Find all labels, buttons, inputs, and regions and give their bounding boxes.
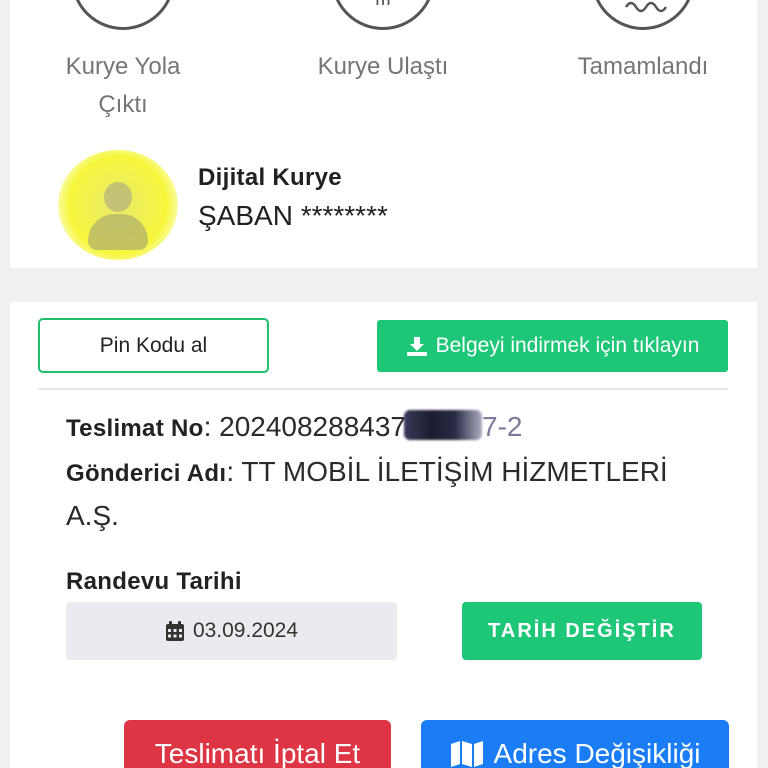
address-change-button[interactable]: Adres Değişikliği (421, 720, 729, 768)
download-document-button[interactable]: Belgeyi indirmek için tıklayın (377, 320, 728, 372)
delivery-no-value: 202408288437 (219, 411, 406, 442)
calendar-icon (165, 620, 184, 641)
delivery-details-card: Pin Kodu al Belgeyi indirmek için tıklay… (10, 302, 757, 768)
step-label: Kurye Yola (65, 53, 181, 80)
step-label: Tamamlandı (577, 53, 709, 80)
delivery-number: Teslimat No: 202408288437 7-2 (66, 410, 523, 442)
completed-icon (591, 0, 695, 30)
sender-name: Gönderici Adı: TT MOBİL İLETİŞİM HİZMETL… (66, 456, 668, 531)
delivery-no-label: Teslimat No (66, 415, 204, 442)
delivery-no-suffix: 7-2 (482, 411, 523, 442)
step-label: Kurye Ulaştı (317, 53, 449, 80)
status-steps: Kurye Yola Çıktı ııı Kurye Ulaştı Tamaml… (10, 0, 757, 140)
step-label: Çıktı (98, 91, 148, 118)
sender-label: Gönderici Adı (66, 460, 227, 487)
appointment-date: 03.09.2024 (192, 619, 299, 642)
delivery-status-card: Kurye Yola Çıktı ııı Kurye Ulaştı Tamaml… (10, 0, 757, 268)
courier-info: Dijital Kurye ŞABAN ******** (10, 150, 757, 260)
avatar (58, 150, 178, 260)
address-change-label: Adres Değişikliği (493, 738, 701, 768)
download-icon (406, 337, 427, 356)
appointment-date-field[interactable]: 03.09.2024 (66, 602, 397, 660)
appointment-label: Randevu Tarihi (66, 568, 242, 595)
divider (38, 388, 728, 390)
redaction-mark (404, 410, 482, 440)
courier-arrived-icon: ııı (331, 0, 435, 30)
map-icon (450, 741, 483, 767)
courier-name: ŞABAN ******** (198, 200, 388, 231)
get-pin-code-button[interactable]: Pin Kodu al (38, 318, 269, 373)
wave-glyph (624, 1, 668, 13)
download-label: Belgeyi indirmek için tıklayın (435, 334, 700, 357)
courier-title: Dijital Kurye (198, 164, 342, 191)
change-date-button[interactable]: TARİH DEĞİŞTİR (462, 602, 702, 660)
cancel-delivery-button[interactable]: Teslimatı İptal Et (124, 720, 391, 768)
courier-on-way-icon (71, 0, 175, 30)
